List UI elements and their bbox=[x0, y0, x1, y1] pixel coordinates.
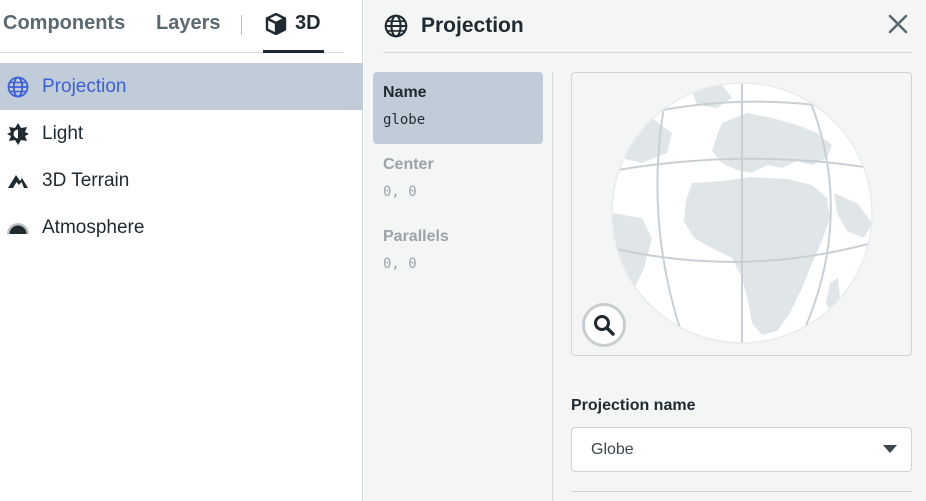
projection-preview bbox=[571, 72, 912, 356]
property-name[interactable]: Name globe bbox=[373, 72, 543, 144]
nav-item-label: Light bbox=[42, 122, 84, 144]
panel-title: Projection bbox=[421, 14, 524, 37]
nav-item-label: Atmosphere bbox=[42, 216, 145, 238]
mountain-icon bbox=[6, 169, 30, 193]
tab-divider bbox=[241, 15, 242, 35]
component-list: Projection Light 3D Terrain Atmosphere bbox=[0, 63, 363, 251]
property-center[interactable]: Center 0, 0 bbox=[373, 144, 543, 216]
property-value: globe bbox=[383, 112, 426, 128]
atmosphere-icon bbox=[6, 216, 30, 240]
zoom-button[interactable] bbox=[582, 303, 626, 347]
tab-3d-label: 3D bbox=[295, 12, 321, 34]
projection-name-select[interactable]: Globe bbox=[571, 427, 912, 472]
property-parallels[interactable]: Parallels 0, 0 bbox=[373, 216, 543, 288]
select-value: Globe bbox=[591, 440, 634, 458]
divider bbox=[571, 491, 912, 492]
property-label: Center bbox=[383, 156, 434, 173]
property-label: Name bbox=[383, 84, 427, 101]
nav-item-label: Projection bbox=[42, 75, 127, 97]
property-label: Parallels bbox=[383, 228, 449, 245]
tab-components[interactable]: Components bbox=[3, 12, 125, 35]
nav-item-label: 3D Terrain bbox=[42, 169, 130, 191]
chevron-down-icon bbox=[883, 445, 897, 453]
globe-icon bbox=[384, 14, 408, 38]
tab-bar: Components Layers 3D bbox=[0, 0, 344, 53]
tab-3d[interactable]: 3D bbox=[265, 12, 321, 35]
panel-header: Projection bbox=[383, 0, 912, 53]
tab-layers[interactable]: Layers bbox=[156, 12, 221, 35]
property-value: 0, 0 bbox=[383, 184, 417, 200]
left-panel: Components Layers 3D Projection Light 3D… bbox=[0, 0, 363, 501]
cube-icon bbox=[265, 12, 287, 35]
projection-panel: Projection Name globe Center 0, 0 Parall… bbox=[364, 0, 926, 501]
magnifier-icon bbox=[594, 315, 615, 336]
nav-item-atmosphere[interactable]: Atmosphere bbox=[0, 204, 363, 251]
nav-item-projection[interactable]: Projection bbox=[0, 63, 363, 110]
column-divider bbox=[552, 72, 553, 501]
close-icon[interactable] bbox=[884, 10, 912, 38]
sun-icon bbox=[6, 122, 30, 146]
globe-icon bbox=[6, 75, 30, 99]
property-value: 0, 0 bbox=[383, 256, 417, 272]
projection-name-label: Projection name bbox=[571, 397, 696, 414]
nav-item-light[interactable]: Light bbox=[0, 110, 363, 157]
property-list: Name globe Center 0, 0 Parallels 0, 0 bbox=[373, 72, 543, 288]
nav-item-3d-terrain[interactable]: 3D Terrain bbox=[0, 157, 363, 204]
active-tab-indicator bbox=[263, 50, 324, 53]
